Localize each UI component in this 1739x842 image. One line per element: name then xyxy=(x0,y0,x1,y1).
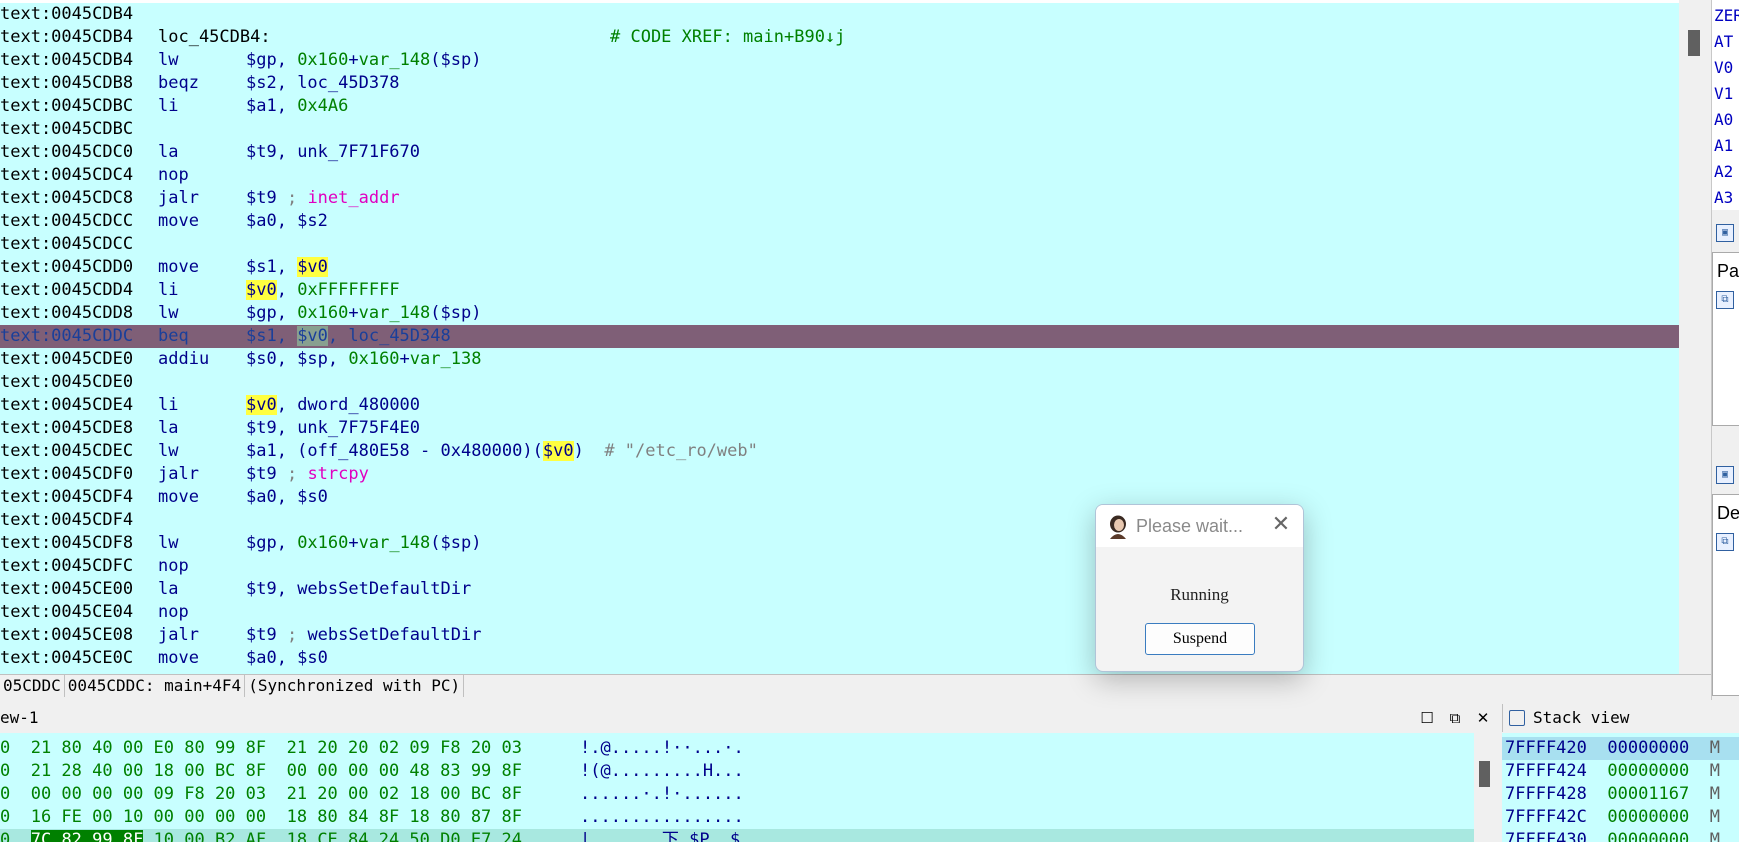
side-panel-de[interactable]: De ⧉ xyxy=(1712,494,1739,696)
hex-view-title: ew-1 xyxy=(0,708,39,727)
scrollbar-thumb[interactable] xyxy=(1688,30,1700,56)
code-line[interactable]: text:0045CDBC xyxy=(0,118,158,141)
hex-scrollbar[interactable] xyxy=(1474,733,1496,842)
code-ref-link[interactable]: dword_480000 xyxy=(297,395,420,415)
disassembly-scrollbar[interactable] xyxy=(1679,0,1711,674)
code-ref-link[interactable]: unk_7F75F4E0 xyxy=(297,418,420,438)
code-line[interactable]: text:0045CE04 nop xyxy=(0,601,246,624)
stack-view-icon xyxy=(1509,710,1525,726)
hex-row[interactable]: 0 16 FE 00 10 00 00 00 00 18 80 84 8F 18… xyxy=(0,806,744,829)
code-line[interactable]: text:0045CDC4 nop xyxy=(0,164,246,187)
panel-window-icon[interactable]: ⧉ xyxy=(1716,291,1734,309)
code-line[interactable]: text:0045CDEC lw $a1, (off_480E58 - 0x4800… xyxy=(0,440,758,463)
stack-row[interactable]: 7FFFF430 00000000 M xyxy=(1505,829,1720,842)
code-xref-comment[interactable]: # CODE XREF: main+B90↓j xyxy=(610,26,845,49)
code-line[interactable]: text:0045CDE8 la $t9, unk_7F75F4E0 xyxy=(0,417,420,440)
register-label[interactable]: A1 xyxy=(1714,136,1733,155)
register-label[interactable]: A3 xyxy=(1714,188,1733,207)
registers-panel[interactable]: ZER AT V0 V1 A0 A1 A2 A3 xyxy=(1712,0,1739,210)
status-offset: 05CDDC xyxy=(0,675,65,697)
code-line[interactable]: text:0045CDBC li $a1, 0x4A6 xyxy=(0,95,348,118)
panel-window-icon[interactable]: ⧉ xyxy=(1716,533,1734,551)
stack-view-titlebar[interactable]: Stack view xyxy=(1502,704,1739,732)
app-avatar-icon xyxy=(1110,515,1126,539)
status-location: 0045CDDC: main+4F4 xyxy=(65,675,246,697)
maximize-icon[interactable]: ☐ xyxy=(1418,709,1436,727)
code-line[interactable]: text:0045CDC0 la $t9, unk_7F71F670 xyxy=(0,141,420,164)
dialog-titlebar[interactable]: Please wait... ✕ xyxy=(1096,505,1303,547)
hex-row-selected[interactable]: 0 7C 82 99 8F 10 00 B2 AF 18 CE 84 24 50… xyxy=(0,829,1474,842)
register-label[interactable]: A2 xyxy=(1714,162,1733,181)
hex-row[interactable]: 0 21 28 40 00 18 00 BC 8F 00 00 00 00 48… xyxy=(0,760,744,783)
scrollbar-thumb[interactable] xyxy=(1479,761,1490,787)
hex-view-titlebar[interactable]: ew-1 ☐ ⧉ ✕ xyxy=(0,704,1496,732)
panel-window-icon[interactable]: ▣ xyxy=(1716,466,1734,484)
code-line[interactable]: text:0045CDD4 li $v0, 0xFFFFFFFF xyxy=(0,279,400,302)
code-line[interactable]: text:0045CE0C move $a0, $s0 xyxy=(0,647,328,670)
panel-window-icon[interactable]: ▣ xyxy=(1716,224,1734,242)
please-wait-dialog[interactable]: Please wait... ✕ Running Suspend xyxy=(1095,504,1304,672)
disassembly-status-bar: 05CDDC 0045CDDC: main+4F4 (Synchronized wi… xyxy=(0,674,1711,697)
code-ref-link[interactable]: inet_addr xyxy=(307,188,399,208)
restore-icon[interactable]: ⧉ xyxy=(1446,709,1464,727)
code-line[interactable]: text:0045CDCC xyxy=(0,233,158,256)
close-icon[interactable]: ✕ xyxy=(1269,513,1293,537)
code-line[interactable]: text:0045CDD8 lw $gp, 0x160+var_148($sp) xyxy=(0,302,481,325)
code-line[interactable]: text:0045CDF4 xyxy=(0,509,158,532)
stack-row-current[interactable]: 7FFFF420 00000000 M xyxy=(1502,737,1739,760)
register-label[interactable]: A0 xyxy=(1714,110,1733,129)
side-panel-title: De xyxy=(1717,503,1739,523)
code-ref-link[interactable]: websSetDefaultDir xyxy=(297,579,471,599)
close-icon[interactable]: ✕ xyxy=(1474,709,1492,727)
register-label[interactable]: V1 xyxy=(1714,84,1733,103)
register-label[interactable]: ZER xyxy=(1714,6,1739,25)
hex-row[interactable]: 0 00 00 00 00 09 F8 20 03 21 20 00 02 18… xyxy=(0,783,744,806)
code-line[interactable]: text:0045CDFC nop xyxy=(0,555,246,578)
code-line[interactable]: text:0045CDCC move $a0, $s2 xyxy=(0,210,328,233)
code-line[interactable]: text:0045CDB4 lw $gp, 0x160+var_148($sp) xyxy=(0,49,481,72)
code-ref-link[interactable]: unk_7F71F670 xyxy=(297,142,420,162)
code-line[interactable]: text:0045CE00 la $t9, websSetDefaultDir xyxy=(0,578,471,601)
stack-row[interactable]: 7FFFF42C 00000000 M xyxy=(1505,806,1720,829)
code-line[interactable]: text:0045CDE0 xyxy=(0,371,158,394)
code-line[interactable]: text:0045CDB4 loc_45CDB4: # CODE XREF: mai… xyxy=(0,26,845,49)
code-line[interactable]: text:0045CDE0 addiu $s0, $sp, 0x160+var_13… xyxy=(0,348,481,371)
code-ref-link[interactable]: loc_45D378 xyxy=(297,73,399,93)
stack-view[interactable]: 7FFFF420 00000000 M 7FFFF424 00000000 M … xyxy=(1502,733,1739,842)
side-panel-pa[interactable]: Pa ⧉ xyxy=(1712,252,1739,426)
hex-view[interactable]: 0 21 80 40 00 E0 80 99 8F 21 20 20 02 09… xyxy=(0,733,1474,842)
hex-row[interactable]: 0 21 80 40 00 E0 80 99 8F 21 20 20 02 09… xyxy=(0,737,744,760)
suspend-button[interactable]: Suspend xyxy=(1145,623,1255,655)
current-code-line[interactable]: text:0045CDDC beq $s1, $v0, loc_45D348 xyxy=(0,325,1679,348)
code-line[interactable]: text:0045CDF8 lw $gp, 0x160+var_148($sp) xyxy=(0,532,481,555)
stack-row[interactable]: 7FFFF428 00001167 M xyxy=(1505,783,1720,806)
dialog-message: Running xyxy=(1170,585,1229,604)
code-line[interactable]: text:0045CDB4 xyxy=(0,3,158,26)
code-label[interactable]: loc_45CDB4: xyxy=(158,27,271,47)
code-line[interactable]: text:0045CDF0 jalr $t9 ; strcpy xyxy=(0,463,369,486)
code-line[interactable]: text:0045CE08 jalr $t9 ; websSetDefaultDir xyxy=(0,624,481,647)
code-line[interactable]: text:0045CDB8 beqz $s2, loc_45D378 xyxy=(0,72,400,95)
disassembly-view[interactable]: text:0045CDB4 text:0045CDB4 loc_45CDB4: # … xyxy=(0,0,1679,677)
register-label[interactable]: V0 xyxy=(1714,58,1733,77)
dialog-title: Please wait... xyxy=(1136,516,1244,536)
status-sync: (Synchronized with PC) xyxy=(245,675,465,697)
code-line[interactable]: text:0045CDD0 move $s1, $v0 xyxy=(0,256,328,279)
register-label[interactable]: AT xyxy=(1714,32,1733,51)
code-line[interactable]: text:0045CDC8 jalr $t9 ; inet_addr xyxy=(0,187,400,210)
code-line[interactable]: text:0045CDE4 li $v0, dword_480000 xyxy=(0,394,420,417)
stack-row[interactable]: 7FFFF424 00000000 M xyxy=(1505,760,1720,783)
code-line[interactable]: text:0045CDF4 move $a0, $s0 xyxy=(0,486,328,509)
code-ref-link[interactable]: strcpy xyxy=(307,464,368,484)
side-panel-title: Pa xyxy=(1717,261,1739,281)
stack-view-title: Stack view xyxy=(1533,708,1630,727)
code-ref-link[interactable]: websSetDefaultDir xyxy=(307,625,481,645)
